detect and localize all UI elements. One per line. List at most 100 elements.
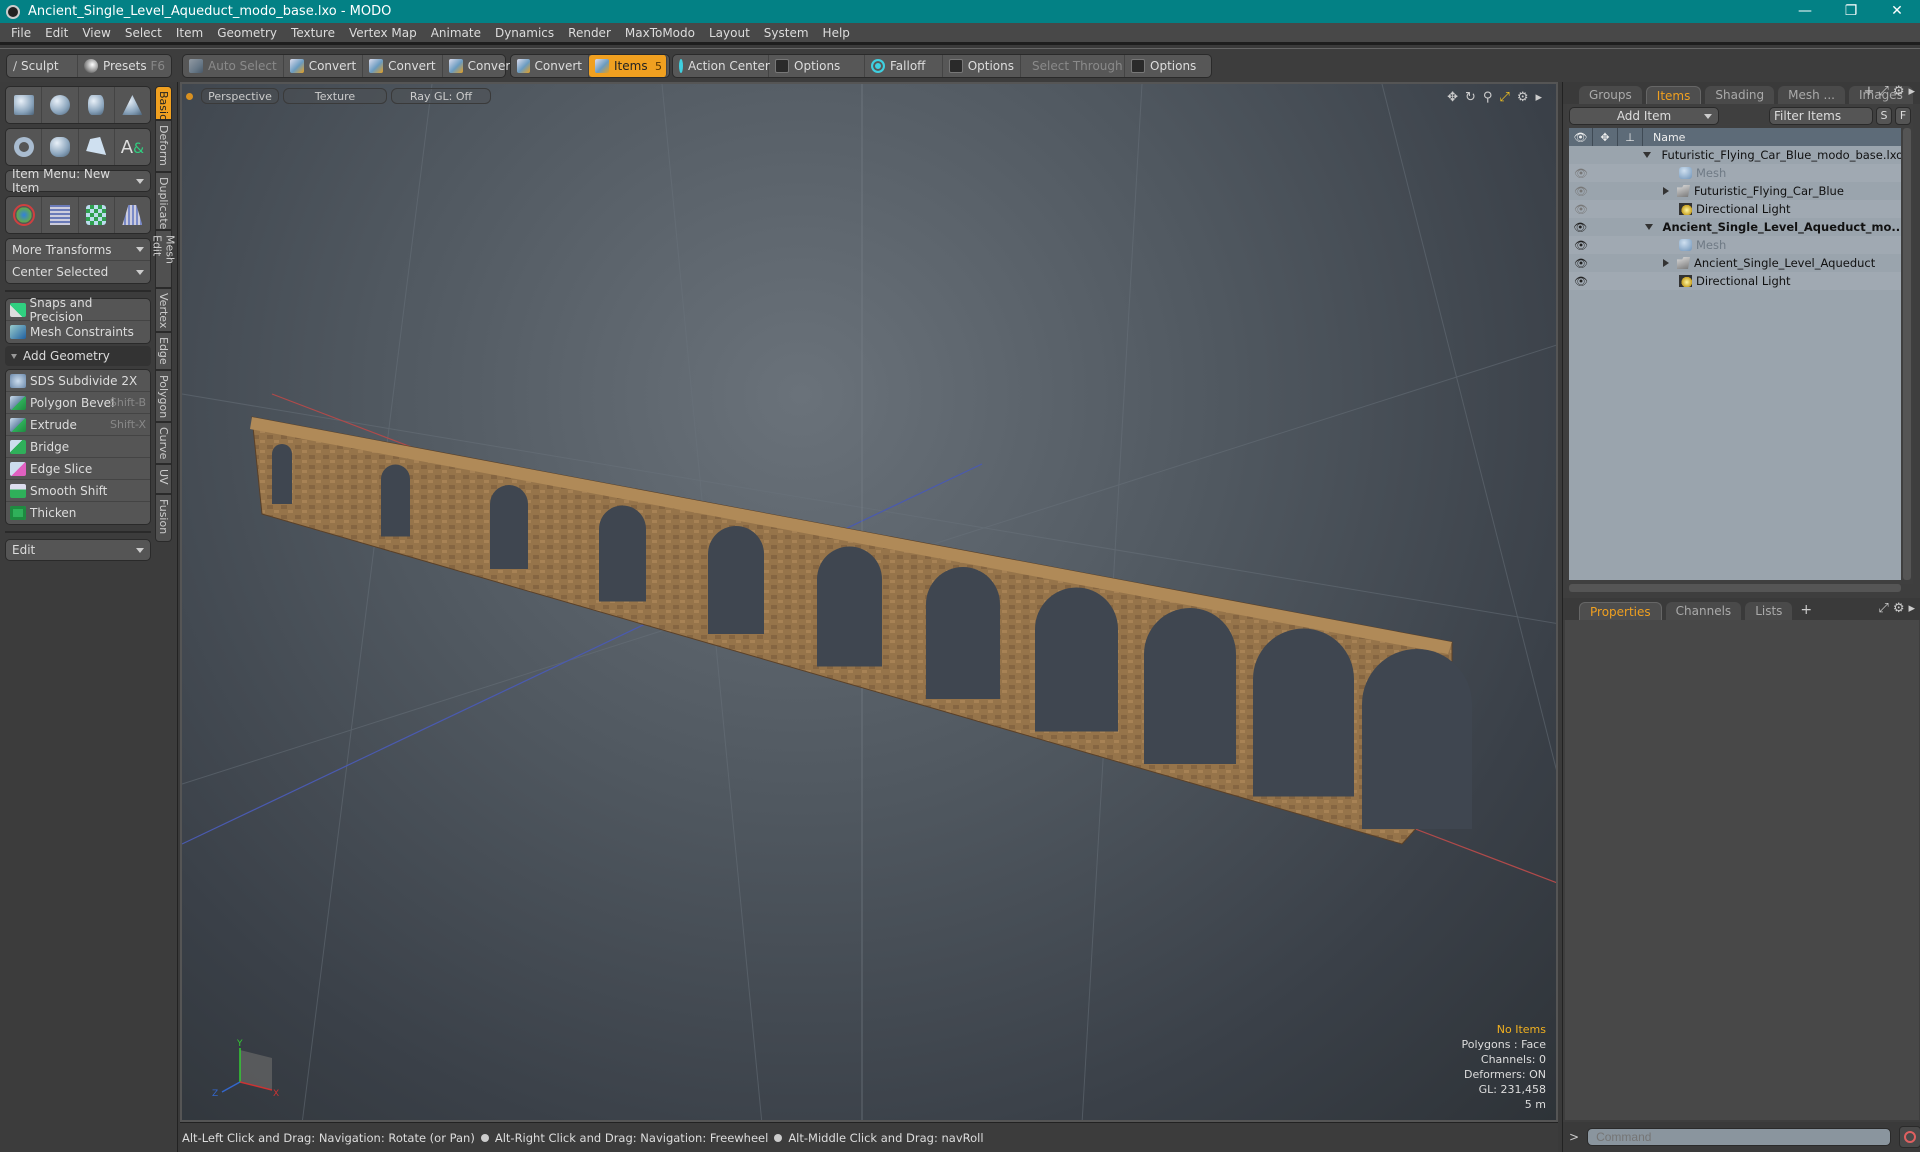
smooth-shift-button[interactable]: Smooth Shift	[6, 480, 150, 502]
eye-icon[interactable]: 👁	[1569, 275, 1593, 288]
zoom-icon[interactable]: ⚲	[1483, 90, 1493, 105]
falloff-button[interactable]: Falloff	[865, 55, 943, 77]
presets-button[interactable]: Presets F6	[78, 55, 171, 77]
menu-edit[interactable]: Edit	[38, 26, 75, 40]
cylinder-button[interactable]	[79, 87, 115, 123]
command-input[interactable]	[1587, 1128, 1892, 1146]
action-center-options-button[interactable]: Options	[769, 55, 865, 77]
text-button[interactable]: A&	[115, 129, 150, 165]
3d-viewport[interactable]: Perspective Texture Ray GL: Off ✥ ↻ ⚲ ⤢ …	[180, 82, 1558, 1122]
action-center-button[interactable]: Action Center	[673, 55, 770, 77]
play-arrow-icon[interactable]: ▸	[1535, 90, 1542, 105]
transform-button[interactable]	[6, 197, 43, 233]
filter-f-button[interactable]: F	[1895, 107, 1911, 125]
vtab-edge[interactable]: Edge	[155, 332, 172, 370]
add-tab-icon[interactable]: +	[1864, 84, 1875, 99]
uv-checker-button[interactable]	[79, 197, 115, 233]
vtab-polygon[interactable]: Polygon	[155, 370, 172, 422]
vtab-mesh-edit[interactable]: Mesh Edit	[151, 230, 177, 288]
more-transforms-dropdown[interactable]: More Transforms	[6, 239, 150, 261]
menu-file[interactable]: File	[4, 26, 38, 40]
convert-button-2[interactable]: Convert	[363, 55, 443, 77]
vtab-duplicate[interactable]: Duplicate	[155, 172, 172, 230]
item-menu-dropdown[interactable]: Item Menu: New Item	[5, 167, 151, 195]
convert-button-4[interactable]: Convert	[511, 55, 589, 77]
menu-geometry[interactable]: Geometry	[210, 26, 284, 40]
menu-render[interactable]: Render	[561, 26, 618, 40]
vtab-deform[interactable]: Deform	[155, 120, 172, 172]
tree-row[interactable]: Futuristic_Flying_Car_Blue_modo_base.lxo…	[1569, 146, 1901, 164]
shading-mode-button[interactable]: Texture	[283, 88, 387, 104]
tab-items[interactable]: Items	[1645, 86, 1702, 104]
minimize-button[interactable]: —	[1782, 0, 1828, 23]
auto-select-button[interactable]: Auto Select	[183, 55, 284, 77]
eye-icon[interactable]: 👁	[1569, 185, 1593, 198]
command-history-button[interactable]	[1899, 1126, 1920, 1148]
center-selected-dropdown[interactable]: Center Selected	[6, 261, 150, 283]
torus-button[interactable]	[6, 129, 43, 165]
lock-column-icon[interactable]: ✥	[1593, 128, 1618, 146]
bridge-button[interactable]: Bridge	[6, 436, 150, 458]
plane-button[interactable]	[115, 197, 150, 233]
name-column-header[interactable]: Name	[1643, 128, 1901, 146]
tab-lists[interactable]: Lists	[1745, 602, 1793, 620]
menu-item[interactable]: Item	[169, 26, 210, 40]
mesh-constraints-button[interactable]: Mesh Constraints	[6, 321, 150, 343]
add-geometry-section[interactable]: Add Geometry	[5, 346, 151, 366]
extrude-button[interactable]: Extrude Shift-X	[6, 414, 150, 436]
expand-arrow-icon[interactable]	[1663, 187, 1669, 195]
tab-mesh[interactable]: Mesh ...	[1778, 86, 1845, 104]
add-tab-icon[interactable]: +	[1800, 602, 1812, 618]
tab-groups[interactable]: Groups	[1579, 86, 1642, 104]
tree-row[interactable]: 👁 Ancient_Single_Level_Aqueduct	[1569, 254, 1901, 272]
tree-row[interactable]: 👁 Mesh	[1569, 164, 1901, 182]
cube-button[interactable]	[6, 87, 43, 123]
tab-shading[interactable]: Shading	[1705, 86, 1775, 104]
gear-icon[interactable]: ⚙	[1893, 601, 1905, 616]
menu-layout[interactable]: Layout	[702, 26, 757, 40]
subdivide-mesh-button[interactable]	[42, 197, 79, 233]
expand-triangle-icon[interactable]	[1643, 152, 1652, 158]
menu-system[interactable]: System	[757, 26, 816, 40]
menu-view[interactable]: View	[75, 26, 117, 40]
select-through-options-button[interactable]: Options	[1125, 55, 1202, 77]
eye-icon[interactable]: 👁	[1569, 257, 1593, 270]
rotate-icon[interactable]: ↻	[1465, 90, 1476, 105]
menu-maxtomodo[interactable]: MaxToModo	[618, 26, 702, 40]
axis-column-icon[interactable]: ⊥	[1618, 128, 1643, 146]
menu-help[interactable]: Help	[816, 26, 857, 40]
tree-row[interactable]: 👁 Directional Light	[1569, 200, 1901, 218]
tree-horizontal-scrollbar[interactable]	[1569, 584, 1901, 592]
edit-dropdown[interactable]: Edit	[5, 539, 151, 561]
items-mode-button[interactable]: Items 5	[589, 55, 667, 77]
filter-items-input[interactable]: Filter Items	[1769, 107, 1873, 125]
eye-icon[interactable]: 👁	[1569, 239, 1593, 252]
tab-channels[interactable]: Channels	[1665, 602, 1742, 620]
expand-arrow-icon[interactable]	[1663, 259, 1669, 267]
eye-icon[interactable]: 👁	[1569, 167, 1593, 180]
thicken-button[interactable]: Thicken	[6, 502, 150, 524]
snaps-precision-button[interactable]: Snaps and Precision	[6, 296, 150, 324]
play-arrow-icon[interactable]: ▸	[1908, 601, 1915, 616]
sds-subdivide-button[interactable]: SDS Subdivide 2X	[6, 370, 150, 392]
menu-select[interactable]: Select	[118, 26, 169, 40]
vtab-fusion[interactable]: Fusion	[155, 494, 172, 542]
viewport-indicator-icon[interactable]	[186, 92, 193, 100]
falloff-options-button[interactable]: Options	[943, 55, 1021, 77]
cone-button[interactable]	[115, 87, 150, 123]
menu-texture[interactable]: Texture	[284, 26, 342, 40]
eye-icon[interactable]: 👁	[1569, 203, 1593, 216]
convert-button-1[interactable]: Convert	[284, 55, 364, 77]
tree-row[interactable]: 👁 Directional Light	[1569, 272, 1901, 290]
filter-s-button[interactable]: S	[1876, 107, 1892, 125]
tree-row[interactable]: 👁 Mesh	[1569, 236, 1901, 254]
tree-row[interactable]: 👁 Ancient_Single_Level_Aqueduct_mo...	[1569, 218, 1901, 236]
play-arrow-icon[interactable]: ▸	[1908, 84, 1915, 99]
pan-icon[interactable]: ✥	[1447, 90, 1458, 105]
vtab-curve[interactable]: Curve	[155, 422, 172, 464]
sculpt-button[interactable]: ∕ Sculpt	[7, 55, 78, 77]
menu-animate[interactable]: Animate	[424, 26, 488, 40]
sphere-button[interactable]	[42, 87, 79, 123]
add-item-button[interactable]: Add Item	[1569, 107, 1719, 125]
tree-row[interactable]: 👁 Futuristic_Flying_Car_Blue	[1569, 182, 1901, 200]
